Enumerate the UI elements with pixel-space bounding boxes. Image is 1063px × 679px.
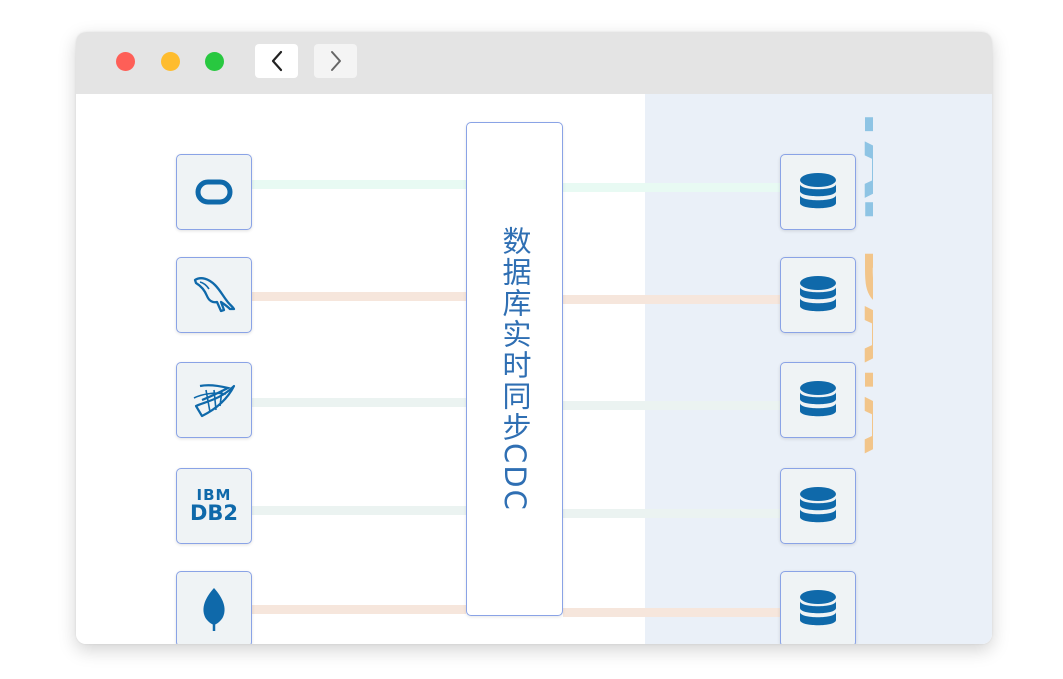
source-node-oracle[interactable] xyxy=(176,154,252,230)
mongodb-leaf-icon xyxy=(203,588,225,631)
connector-left-2 xyxy=(252,292,466,301)
connector-left-4 xyxy=(252,506,466,515)
target-node-4[interactable] xyxy=(780,468,856,544)
cdc-sync-hub[interactable]: 数据库实时同步CDC xyxy=(466,122,563,616)
chevron-left-icon xyxy=(271,50,282,72)
source-node-mongodb[interactable] xyxy=(176,571,252,644)
chevron-right-icon xyxy=(330,51,341,71)
database-icon xyxy=(800,590,836,626)
database-icon xyxy=(800,487,836,523)
minimize-window-button[interactable] xyxy=(161,52,180,71)
tapdata-logo: TAPDATA xyxy=(823,99,915,454)
forward-button[interactable] xyxy=(314,44,357,78)
connector-left-5 xyxy=(252,605,466,614)
connector-right-1 xyxy=(563,183,780,192)
back-button[interactable] xyxy=(255,44,298,78)
close-window-button[interactable] xyxy=(116,52,135,71)
source-node-db2[interactable]: IBM DB2 xyxy=(176,468,252,544)
ibm-db2-icon: IBM DB2 xyxy=(190,488,238,524)
connector-left-3 xyxy=(252,398,466,407)
connector-right-2 xyxy=(563,295,780,304)
connector-right-5 xyxy=(563,608,780,617)
source-node-sqlserver[interactable] xyxy=(176,362,252,438)
oracle-icon xyxy=(195,179,233,205)
hub-label: 数据库实时同步CDC xyxy=(498,226,532,512)
source-node-mysql[interactable] xyxy=(176,257,252,333)
sqlserver-icon xyxy=(193,384,236,418)
connector-right-3 xyxy=(563,401,780,410)
mysql-dolphin-icon xyxy=(193,277,236,313)
title-bar xyxy=(76,32,992,94)
db2-label: DB2 xyxy=(189,501,239,525)
connector-right-4 xyxy=(563,509,780,518)
connector-left-1 xyxy=(252,180,466,189)
svg-text:TAPDATA: TAPDATA xyxy=(852,99,873,454)
target-node-5[interactable] xyxy=(780,571,856,644)
maximize-window-button[interactable] xyxy=(205,52,224,71)
